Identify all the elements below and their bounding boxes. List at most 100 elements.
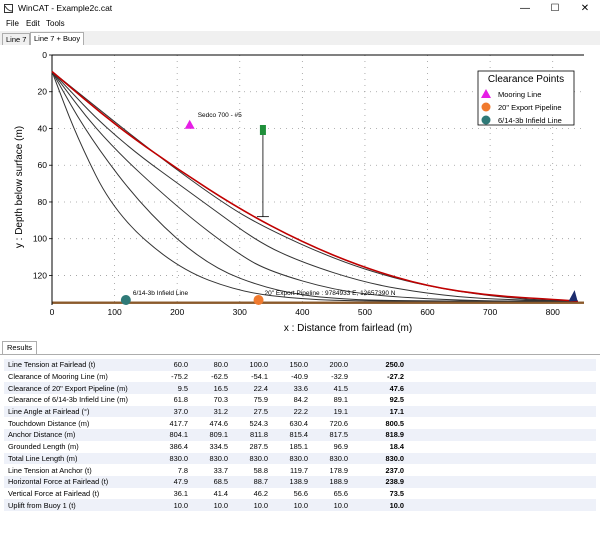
results-cell: 185.1 <box>268 440 308 453</box>
results-cell: 10.0 <box>148 499 188 511</box>
results-cell: 800.5 <box>348 417 404 430</box>
y-tick-label: 100 <box>33 234 47 244</box>
results-cell: 138.9 <box>268 475 308 488</box>
minimize-button[interactable]: — <box>510 0 540 18</box>
results-cell: 18.4 <box>348 440 404 453</box>
results-row: Grounded Length (m) 386.4 334.5 287.5 185.1 9… <box>4 440 596 453</box>
results-cell: 65.6 <box>308 487 348 500</box>
results-cell: 47.6 <box>348 382 404 395</box>
results-row-fill <box>404 405 596 418</box>
results-row-fill <box>404 359 596 371</box>
results-cell: 60.0 <box>148 359 188 371</box>
results-cell: -54.1 <box>228 370 268 383</box>
results-cell: 80.0 <box>188 359 228 371</box>
results-cell: 33.7 <box>188 464 228 476</box>
results-cell: 27.5 <box>228 405 268 418</box>
tab-line-7-buoy[interactable]: Line 7 + Buoy <box>30 32 85 46</box>
results-cell: 88.7 <box>228 475 268 488</box>
plot-area: 0 20 40 60 80 100 120 0 100 200 300 400 500 600 700 800… <box>0 45 600 339</box>
results-cell: 10.0 <box>228 499 268 511</box>
results-cell: 89.1 <box>308 394 348 406</box>
results-row: Line Tension at Anchor (t) 7.8 33.7 58.8 119… <box>4 464 596 476</box>
results-row-label: Line Angle at Fairlead (°) <box>4 405 148 418</box>
results-cell: 830.0 <box>348 452 404 465</box>
results-cell: 10.0 <box>188 499 228 511</box>
results-row-label: Vertical Force at Fairlead (t) <box>4 487 148 500</box>
results-row-label: Grounded Length (m) <box>4 440 148 453</box>
results-cell: 41.4 <box>188 487 228 500</box>
results-cell: 47.9 <box>148 475 188 488</box>
results-row: Vertical Force at Fairlead (t) 36.1 41.4 46… <box>4 487 596 500</box>
menu-edit[interactable]: Edit <box>26 19 40 28</box>
results-row-fill <box>404 370 596 383</box>
results-cell: 10.0 <box>348 499 404 511</box>
y-tick-label: 80 <box>38 197 48 207</box>
results-row-fill <box>404 417 596 430</box>
results-cell: 287.5 <box>228 440 268 453</box>
results-cell: 16.5 <box>188 382 228 395</box>
results-cell: 10.0 <box>308 499 348 511</box>
results-cell: 58.8 <box>228 464 268 476</box>
results-cell: 815.4 <box>268 429 308 441</box>
results-row-fill <box>404 382 596 395</box>
results-row-label: Uplift from Buoy 1 (t) <box>4 499 148 511</box>
legend-entry-label: Mooring Line <box>498 90 541 99</box>
tab-line-7[interactable]: Line 7 <box>2 33 31 45</box>
results-cell: 804.1 <box>148 429 188 441</box>
results-cell: 68.5 <box>188 475 228 488</box>
mooring-line-point <box>184 119 195 129</box>
results-row: Touchdown Distance (m) 417.7 474.6 524.3 630… <box>4 417 596 430</box>
title-bar: WinCAT - Example2c.cat — ☐ ✕ <box>0 0 600 18</box>
results-cell: 830.0 <box>188 452 228 465</box>
results-row-label: Anchor Distance (m) <box>4 429 148 441</box>
results-cell: 22.4 <box>228 382 268 395</box>
results-cell: 524.3 <box>228 417 268 430</box>
legend-title: Clearance Points <box>488 74 564 85</box>
results-row: Line Tension at Fairlead (t) 60.0 80.0 100.… <box>4 359 596 371</box>
tab-results[interactable]: Results <box>2 341 38 354</box>
results-cell: 811.8 <box>228 429 268 441</box>
menu-bar: File Edit Tools <box>0 18 600 31</box>
y-tick-label: 0 <box>42 50 47 60</box>
results-row-label: Clearance of 6/14-3b Infield Line (m) <box>4 394 148 406</box>
results-cell: 73.5 <box>348 487 404 500</box>
results-row: Clearance of 20" Export Pipeline (m) 9.5 1… <box>4 382 596 395</box>
clearance-point <box>120 295 131 305</box>
results-row-label: Clearance of 20" Export Pipeline (m) <box>4 382 148 395</box>
results-cell: -62.5 <box>188 370 228 383</box>
results-row-label: Touchdown Distance (m) <box>4 417 148 430</box>
results-row-fill <box>404 394 596 406</box>
point-label: Sedco 700 - #5 <box>198 112 242 119</box>
results-cell: 238.9 <box>348 475 404 488</box>
x-tick-label: 400 <box>295 307 309 317</box>
results-cell: 7.8 <box>148 464 188 476</box>
results-cell: 100.0 <box>228 359 268 371</box>
catenary-chart: 0 20 40 60 80 100 120 0 100 200 300 400 500 600 700 800… <box>14 50 584 334</box>
results-cell: 75.9 <box>228 394 268 406</box>
results-cell: 830.0 <box>228 452 268 465</box>
menu-tools[interactable]: Tools <box>46 19 65 28</box>
results-cell: 92.5 <box>348 394 404 406</box>
results-cell: 46.2 <box>228 487 268 500</box>
menu-file[interactable]: File <box>6 19 19 28</box>
results-cell: 417.7 <box>148 417 188 430</box>
results-cell: 474.6 <box>188 417 228 430</box>
legend-marker <box>481 102 491 112</box>
results-cell: 17.1 <box>348 405 404 418</box>
results-cell: 830.0 <box>268 452 308 465</box>
results-row-label: Clearance of Mooring Line (m) <box>4 370 148 383</box>
results-cell: 31.2 <box>188 405 228 418</box>
results-cell: 119.7 <box>268 464 308 476</box>
close-button[interactable]: ✕ <box>570 0 600 18</box>
x-tick-label: 100 <box>107 307 121 317</box>
results-table: Line Tension at Fairlead (t) 60.0 80.0 100.… <box>4 359 596 511</box>
results-cell: 41.5 <box>308 382 348 395</box>
results-row-label: Total Line Length (m) <box>4 452 148 465</box>
point-label: 20" Export Pipeline : 9784933 E, 1265739… <box>265 290 396 297</box>
x-axis-label: x : Distance from fairlead (m) <box>284 323 412 334</box>
maximize-button[interactable]: ☐ <box>540 0 570 18</box>
results-row-fill <box>404 429 596 441</box>
legend-marker <box>481 115 491 125</box>
results-cell: 10.0 <box>268 499 308 511</box>
results-cell: 830.0 <box>148 452 188 465</box>
